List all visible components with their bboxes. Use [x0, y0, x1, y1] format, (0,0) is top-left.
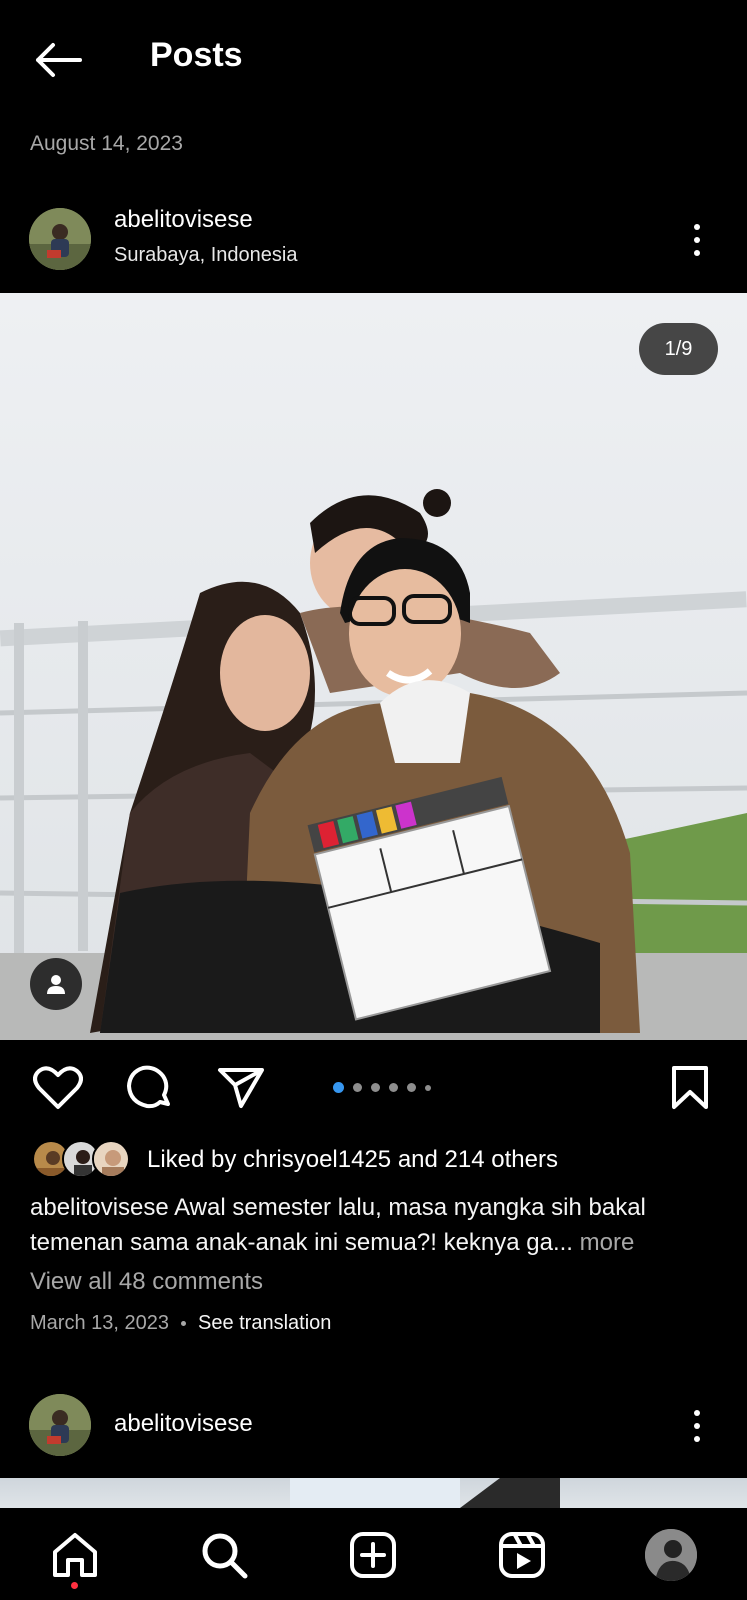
home-icon — [53, 1533, 97, 1577]
tagged-people-button[interactable] — [30, 958, 82, 1010]
avatar[interactable] — [29, 208, 91, 270]
more-vertical-icon — [694, 224, 700, 230]
bottom-navigation — [0, 1508, 747, 1600]
action-bar — [0, 1060, 747, 1116]
send-icon — [218, 1068, 264, 1108]
notification-dot — [71, 1582, 78, 1589]
separator-dot — [180, 1321, 186, 1326]
media-counter: 1/9 — [639, 323, 718, 375]
more-vertical-icon — [694, 1410, 700, 1416]
share-button[interactable] — [213, 1060, 269, 1116]
section-date: August 14, 2023 — [30, 132, 183, 155]
save-button[interactable] — [662, 1060, 718, 1116]
plus-square-icon — [350, 1532, 396, 1578]
comment-icon — [127, 1065, 170, 1109]
nav-search[interactable] — [195, 1526, 253, 1584]
post-location[interactable]: Surabaya, Indonesia — [114, 244, 297, 267]
reels-icon — [499, 1532, 545, 1578]
nav-home[interactable] — [46, 1526, 104, 1584]
search-icon — [202, 1533, 248, 1579]
page-title: Posts — [150, 36, 243, 74]
caption-username[interactable]: abelitovisese — [30, 1194, 169, 1221]
next-post-header: abelitovisese — [0, 1394, 747, 1466]
post-caption[interactable]: abelitovisese Awal semester lalu, masa n… — [30, 1190, 720, 1260]
user-tag-icon — [47, 975, 65, 994]
more-options-button[interactable] — [685, 220, 709, 260]
profile-avatar — [645, 1529, 697, 1581]
like-button[interactable] — [30, 1060, 86, 1116]
post-meta: March 13, 2023 See translation — [30, 1312, 331, 1335]
top-bar: Posts — [0, 0, 747, 120]
liker-avatar — [92, 1140, 130, 1178]
caption-more-link[interactable]: more — [573, 1229, 635, 1256]
nav-create[interactable] — [344, 1526, 402, 1584]
heart-icon — [33, 1066, 83, 1109]
post-username[interactable]: abelitovisese — [114, 206, 253, 234]
view-comments-link[interactable]: View all 48 comments — [30, 1268, 263, 1296]
next-post-image[interactable] — [0, 1478, 747, 1508]
back-button[interactable] — [30, 36, 86, 84]
carousel-indicator — [333, 1082, 431, 1093]
post-date: March 13, 2023 — [30, 1312, 169, 1334]
comment-button[interactable] — [121, 1060, 177, 1116]
arrow-left-icon — [36, 43, 82, 77]
likes-row[interactable]: Liked by chrisyoel1425 and 214 others — [32, 1140, 732, 1180]
post-header: abelitovisese Surabaya, Indonesia — [0, 206, 747, 280]
bookmark-icon — [672, 1066, 708, 1109]
more-options-button[interactable] — [685, 1406, 709, 1446]
nav-reels[interactable] — [493, 1526, 551, 1584]
nav-profile[interactable] — [642, 1526, 700, 1584]
see-translation-link[interactable]: See translation — [198, 1312, 331, 1335]
post-image[interactable]: 1/9 — [0, 293, 747, 1040]
post-username[interactable]: abelitovisese — [114, 1410, 253, 1438]
avatar[interactable] — [29, 1394, 91, 1456]
likes-text[interactable]: Liked by chrisyoel1425 and 214 others — [147, 1146, 558, 1174]
